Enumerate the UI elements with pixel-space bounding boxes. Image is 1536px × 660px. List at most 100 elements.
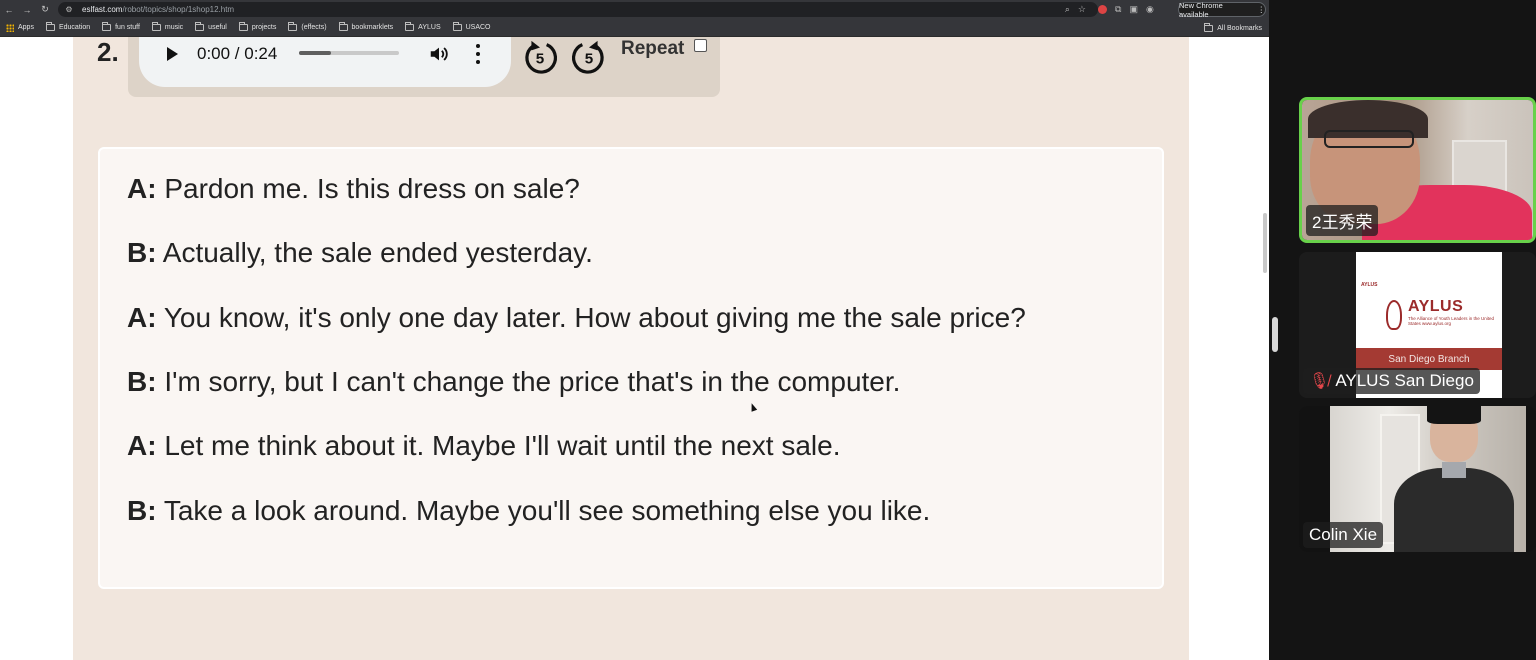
dialogue-line: B: I'm sorry, but I can't change the pri… (127, 366, 900, 398)
slide-subtitle: The Alliance of Youth Leaders in the Uni… (1408, 316, 1498, 326)
url-host: eslfast.com (82, 5, 123, 14)
participant-name-tag: Colin Xie (1303, 522, 1384, 548)
web-page: 2. 0:00 / 0:24 5 5 Repeat A: Pardon me. … (0, 37, 1269, 660)
dialogue-text: Actually, the sale ended yesterday. (156, 237, 593, 268)
repeat-checkbox[interactable] (694, 39, 707, 52)
dialogue-text: Pardon me. Is this dress on sale? (156, 173, 580, 204)
bookmark-label: projects (251, 24, 277, 31)
bookmarks-bar: Apps Education fun stuff music useful pr… (0, 19, 1269, 37)
gallery-resize-handle[interactable] (1272, 317, 1278, 352)
extensions-puzzle-icon[interactable]: ⧉ (1115, 4, 1121, 15)
kebab-menu-icon: ⋮ (1257, 5, 1266, 14)
folder-icon (1204, 22, 1214, 32)
audio-time: 0:00 / 0:24 (197, 44, 278, 63)
dialogue-line: A: You know, it's only one day later. Ho… (127, 302, 1026, 334)
repeat-label: Repeat (621, 38, 685, 59)
site-info-icon[interactable]: ⚙ (64, 5, 74, 15)
bookmark-folder-bookmarklets[interactable]: bookmarklets (338, 19, 394, 37)
apps-grid-icon (6, 23, 14, 32)
participant-shirt (1442, 462, 1466, 478)
browser-window: ← → ↻ ⚙ eslfast.com/robot/topics/shop/1s… (0, 0, 1269, 660)
torch-logo-icon (1386, 300, 1402, 330)
skip-forward-icon[interactable]: 5 (570, 38, 608, 76)
bookmark-star-icon[interactable]: ☆ (1078, 4, 1086, 15)
speaker-label: B: (127, 366, 157, 397)
back-icon[interactable]: ← (0, 0, 18, 19)
bookmark-label: music (164, 24, 184, 31)
page-scrollbar-thumb[interactable] (1263, 213, 1267, 273)
profile-avatar-icon[interactable]: ◉ (1146, 4, 1154, 15)
folder-icon (288, 22, 298, 31)
participant-name-tag: 2王秀荣 (1306, 205, 1379, 236)
bookmark-label: fun stuff (115, 24, 140, 31)
exercise-number: 2. (97, 37, 119, 67)
page-scrollbar[interactable] (1259, 37, 1269, 660)
folder-icon (151, 22, 161, 31)
participant-name: 2王秀荣 (1312, 213, 1373, 232)
skip-back-icon[interactable]: 5 (521, 38, 559, 76)
folder-icon (405, 22, 415, 31)
volume-icon[interactable] (428, 43, 450, 65)
bookmark-label: USACO (465, 24, 491, 31)
dialogue-text: Take a look around. Maybe you'll see som… (156, 495, 931, 526)
bookmark-apps[interactable]: Apps (6, 19, 34, 37)
dialogue-text: You know, it's only one day later. How a… (156, 302, 1026, 333)
folder-icon (102, 22, 112, 31)
folder-icon (45, 22, 55, 31)
forward-icon[interactable]: → (18, 0, 36, 19)
participant-tile[interactable]: AYLUS AYLUS The Alliance of Youth Leader… (1299, 252, 1536, 398)
reload-icon[interactable]: ↻ (36, 0, 54, 19)
dialogue-card: A: Pardon me. Is this dress on sale? B: … (98, 147, 1164, 589)
audio-progress-fill (299, 51, 331, 55)
dialogue-line: A: Let me think about it. Maybe I'll wai… (127, 430, 840, 462)
folder-icon (195, 22, 205, 31)
audio-player (139, 37, 511, 87)
skip-forward-label: 5 (585, 51, 594, 68)
participant-name-tag: 🎙︎̸ AYLUS San Diego (1303, 368, 1480, 394)
browser-toolbar: ← → ↻ ⚙ eslfast.com/robot/topics/shop/1s… (0, 0, 1269, 19)
audio-progress-slider[interactable] (299, 51, 399, 55)
speaker-label: A: (127, 302, 157, 333)
folder-icon (338, 22, 348, 31)
slide-title: AYLUS (1408, 298, 1464, 315)
participant-tile[interactable]: Colin Xie (1299, 406, 1536, 552)
address-bar[interactable]: ⚙ eslfast.com/robot/topics/shop/1shop12.… (58, 2, 1098, 17)
bookmark-folder-usaco[interactable]: USACO (452, 19, 491, 37)
participant-hair (1427, 406, 1481, 424)
bookmark-label: bookmarklets (351, 24, 394, 31)
mic-muted-icon: 🎙︎̸ (1309, 373, 1330, 390)
participant-name: Colin Xie (1309, 525, 1378, 544)
speaker-label: A: (127, 430, 157, 461)
all-bookmarks-label: All Bookmarks (1217, 24, 1262, 32)
bookmark-folder-music[interactable]: music (151, 19, 184, 37)
bookmark-folder-effects[interactable]: (effects) (288, 19, 327, 37)
speaker-label: A: (127, 173, 157, 204)
url-text: eslfast.com/robot/topics/shop/1shop12.ht… (82, 5, 234, 14)
participant-glasses (1324, 130, 1414, 148)
bookmark-label: AYLUS (418, 24, 441, 31)
skip-back-label: 5 (536, 51, 545, 68)
bookmark-folder-useful[interactable]: useful (195, 19, 227, 37)
folder-icon (452, 22, 462, 31)
bookmark-label: Apps (18, 24, 34, 31)
folder-icon (238, 22, 248, 31)
play-icon[interactable] (167, 47, 178, 61)
zoom-icon[interactable]: ⌕ (1065, 4, 1070, 15)
all-bookmarks-button[interactable]: All Bookmarks (1204, 19, 1262, 37)
more-options-icon[interactable] (475, 44, 481, 64)
update-chrome-button[interactable]: New Chrome available ⋮ (1178, 1, 1266, 19)
extension-icon[interactable] (1098, 5, 1107, 14)
dialogue-text: Let me think about it. Maybe I'll wait u… (156, 430, 841, 461)
bookmark-folder-fun-stuff[interactable]: fun stuff (102, 19, 140, 37)
speaker-label: B: (127, 495, 157, 526)
slide-band: San Diego Branch (1356, 348, 1502, 370)
participant-body (1394, 468, 1514, 552)
bookmark-folder-education[interactable]: Education (45, 19, 90, 37)
dialogue-line: B: Take a look around. Maybe you'll see … (127, 495, 930, 527)
participant-tile[interactable]: 2王秀荣 (1299, 97, 1536, 243)
slide-header: AYLUS (1361, 282, 1378, 288)
bookmark-folder-projects[interactable]: projects (238, 19, 277, 37)
side-panel-icon[interactable]: ▣ (1129, 4, 1138, 15)
participant-name: AYLUS San Diego (1335, 371, 1474, 390)
bookmark-folder-aylus[interactable]: AYLUS (405, 19, 441, 37)
